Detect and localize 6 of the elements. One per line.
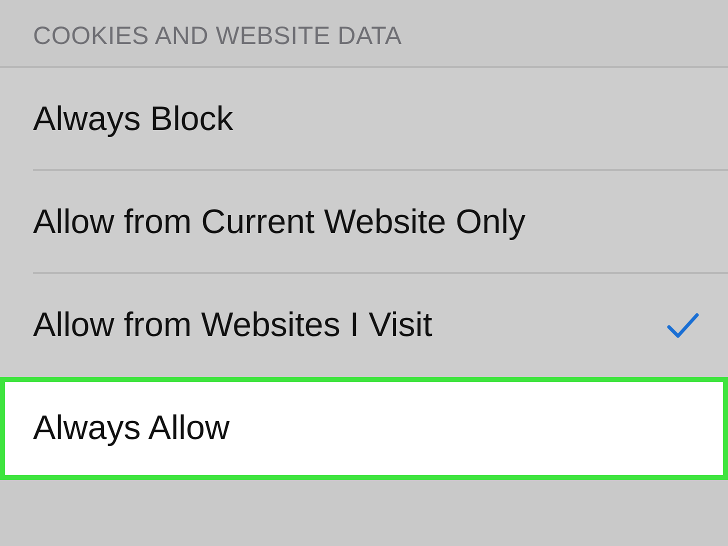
option-row[interactable]: Always Block: [0, 68, 728, 171]
option-row[interactable]: Always Allow: [0, 377, 728, 480]
checkmark-icon: [666, 312, 700, 340]
option-row[interactable]: Allow from Websites I Visit: [0, 274, 728, 377]
section-header: COOKIES AND WEBSITE DATA: [33, 22, 402, 50]
option-row[interactable]: Allow from Current Website Only: [0, 171, 728, 274]
